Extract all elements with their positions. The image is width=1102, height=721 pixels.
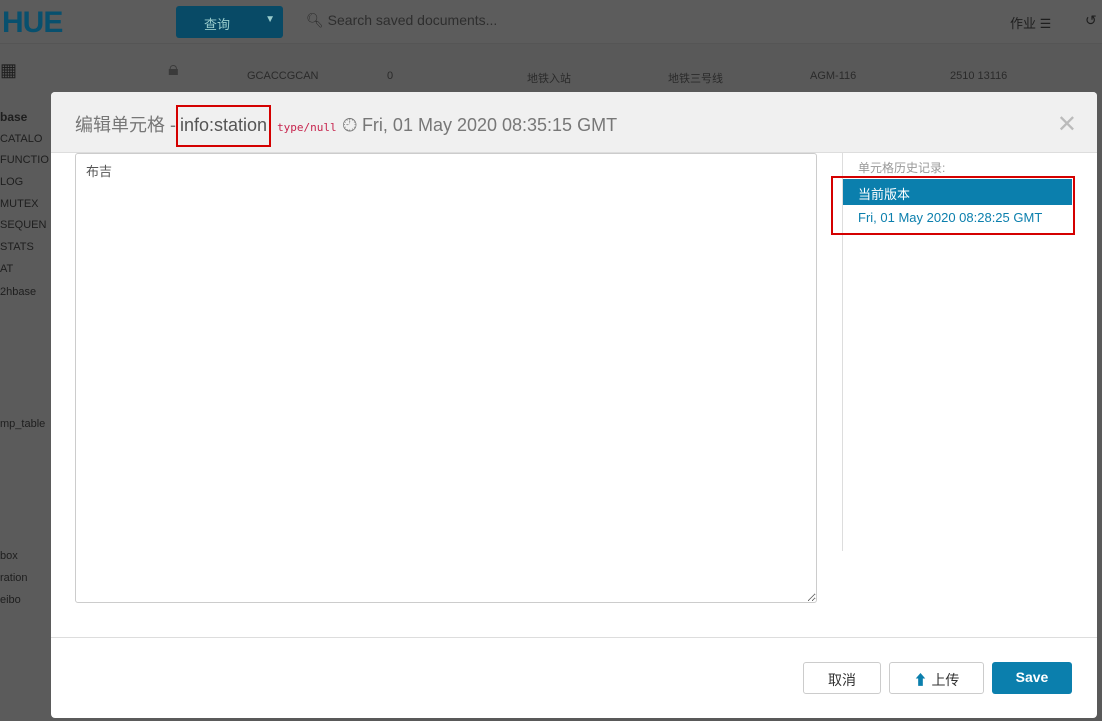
jobs-button[interactable]: 作业 ☰ <box>1010 13 1051 32</box>
caret-down-icon[interactable]: ▼ <box>265 14 275 25</box>
modal-footer: 取消 ⬆ 上传 Save <box>51 637 1097 718</box>
query-button[interactable]: 查询 ▼ <box>176 6 283 38</box>
table-cell: 地铁三号线 <box>668 73 723 85</box>
history-item-current[interactable]: 当前版本 <box>843 179 1072 205</box>
modal-title: 编辑单元格 - info:station type/null 🕘︎ Fri, 01 M… <box>75 105 618 147</box>
sidebar-item[interactable]: SEQUEN <box>0 219 46 231</box>
upload-icon: ⬆ <box>913 672 928 688</box>
sidebar-item[interactable]: MUTEX <box>0 198 39 210</box>
sidebar-item[interactable]: base <box>0 110 27 124</box>
top-bar: HUE 查询 ▼ 🔍︎ Search saved documents... 作业 … <box>0 0 1102 44</box>
hue-logo: HUE <box>2 6 63 39</box>
table-cell: 地铁入站 <box>527 73 571 85</box>
clock-icon: 🕘︎ <box>342 115 357 135</box>
table-cell: GCACCGCAN <box>247 70 319 82</box>
upload-label: 上传 <box>931 672 960 688</box>
modal-header: 编辑单元格 - info:station type/null 🕘︎ Fri, 01 M… <box>51 92 1097 153</box>
sidebar-item[interactable]: AT <box>0 263 13 275</box>
list-icon: ☰ <box>1039 16 1052 31</box>
sidebar-item[interactable]: mp_table <box>0 418 45 430</box>
sidebar-item[interactable]: eibo <box>0 594 21 606</box>
cell-history-panel: 单元格历史记录: 当前版本 Fri, 01 May 2020 08:28:25 … <box>831 153 1092 551</box>
search-input[interactable]: 🔍︎ Search saved documents... <box>306 12 497 29</box>
table-cell: 2510 13116 <box>950 70 1008 82</box>
query-label: 查询 <box>204 17 231 32</box>
sidebar-item[interactable]: CATALO <box>0 133 42 145</box>
sidebar-item[interactable]: ration <box>0 572 28 584</box>
sidebar-item[interactable]: 2hbase <box>0 286 36 298</box>
save-button[interactable]: Save <box>992 662 1072 694</box>
apps-icon[interactable]: ▦ <box>0 60 17 81</box>
close-icon[interactable]: ✕ <box>1057 110 1077 139</box>
sidebar-item[interactable]: FUNCTIO <box>0 154 49 166</box>
table-cell: 0 <box>387 70 394 82</box>
type-label: type/null <box>277 121 337 134</box>
lock-icon[interactable]: 🔒︎ <box>168 58 179 81</box>
history-item[interactable]: Fri, 01 May 2020 08:28:25 GMT <box>858 210 1042 225</box>
cancel-button[interactable]: 取消 <box>803 662 881 694</box>
history-icon[interactable]: ↺ <box>1085 12 1097 29</box>
title-prefix: 编辑单元格 - <box>75 115 176 135</box>
jobs-label: 作业 <box>1010 16 1037 31</box>
edit-cell-modal: 编辑单元格 - info:station type/null 🕘︎ Fri, 01 M… <box>51 92 1097 718</box>
search-placeholder: Search saved documents... <box>327 12 498 28</box>
column-name: info:station <box>176 105 272 147</box>
table-row: GCACCGCAN 0 地铁入站 地铁三号线 AGM-116 2510 1311… <box>235 66 1102 90</box>
upload-button[interactable]: ⬆ 上传 <box>889 662 984 694</box>
table-cell: AGM-116 <box>810 70 857 82</box>
search-icon: 🔍︎ <box>306 12 328 28</box>
sidebar-item[interactable]: STATS <box>0 241 34 253</box>
cell-value-textarea[interactable]: 布吉 <box>75 153 817 603</box>
sidebar-item[interactable]: LOG <box>0 176 23 188</box>
history-label: 单元格历史记录: <box>858 161 946 175</box>
sidebar-item[interactable]: box <box>0 550 18 562</box>
cell-timestamp: Fri, 01 May 2020 08:35:15 GMT <box>361 115 618 135</box>
